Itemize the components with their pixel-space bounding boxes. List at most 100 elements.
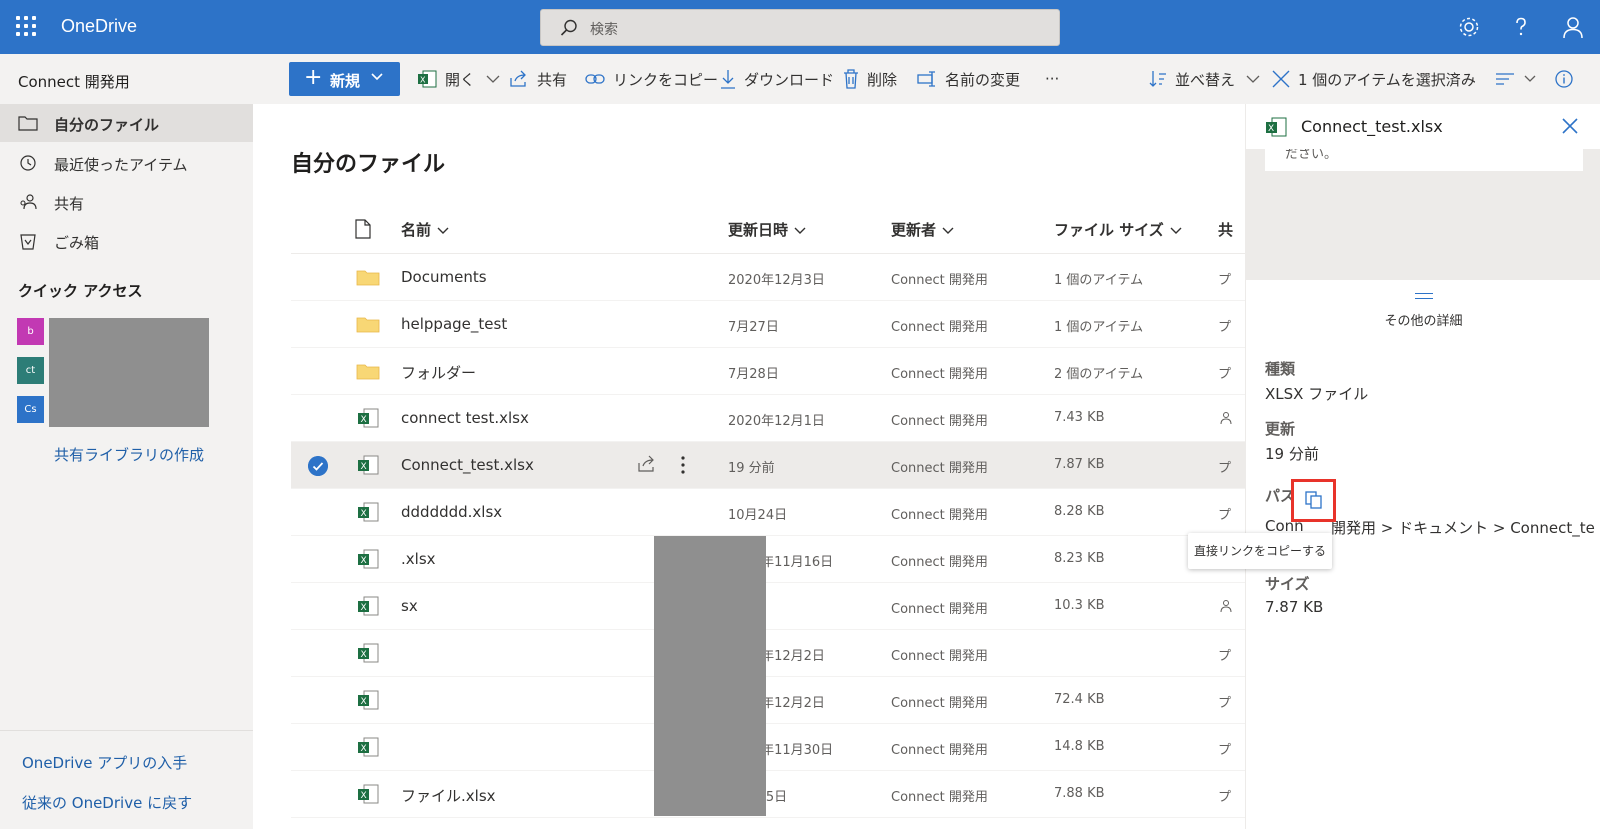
file-row[interactable]: X Connect_test.xlsx 19 分前 Connect 開発用 7.87 K… [291,442,1245,489]
app-brand[interactable]: OneDrive [61,16,137,37]
onedrive-window: OneDrive 検索 Connect 開発用 + 新規 X 開く 共有 リンク… [0,0,1600,829]
sidebar-item-recent[interactable]: 最近使ったアイテム [0,144,253,182]
folder-icon [356,317,380,333]
file-modified-by: Connect 開発用 [891,320,988,335]
sidebar-item-shared[interactable]: 共有 [0,183,253,221]
column-header-modified-by[interactable]: 更新者 [891,219,954,240]
file-row[interactable]: X 2020年12月2日 Connect 開発用プ [291,630,1245,677]
checkmark-icon[interactable] [308,456,328,476]
create-shared-library-link[interactable]: 共有ライブラリの作成 [54,444,204,465]
column-header-name[interactable]: 名前 [401,219,449,240]
more-details-label: その他の詳細 [1384,314,1463,329]
clear-selection-button[interactable]: 1 個のアイテムを選択済み [1272,68,1476,90]
file-sharing: プ [1218,743,1232,758]
sidebar-item-recycle-bin[interactable]: ごみ箱 [0,222,253,260]
file-row[interactable]: X 2020年11月30日 Connect 開発用 14.8 KB プ [291,724,1245,771]
chevron-down-icon [371,73,383,81]
rename-button[interactable]: 名前の変更 [917,68,1020,90]
excel-file-icon: X [358,643,379,663]
get-onedrive-apps-link[interactable]: OneDrive アプリの入手 [22,752,187,773]
file-name[interactable]: helppage_test [401,315,507,333]
return-classic-onedrive-link[interactable]: 従来の OneDrive に戻す [22,792,192,813]
column-header-label: 更新者 [891,221,937,239]
file-size: 10.3 KB [1054,598,1105,613]
column-header-label: 更新日時 [728,221,789,239]
file-row[interactable]: Xddddddd.xlsx 10月24日 Connect 開発用 8.28 KB プ [291,489,1245,536]
file-row[interactable]: X.xlsx2020年11月16日Connect 開発用8.23 KBプ [291,536,1245,583]
download-button[interactable]: ダウンロード [720,68,834,90]
excel-icon: X [1266,117,1287,137]
history-icon [20,155,36,171]
shared-people-icon [1220,600,1232,613]
file-row[interactable]: Xsx4 日前Connect 開発用10.3 KB [291,583,1245,630]
quick-access-title: クイック アクセス [18,282,143,300]
quick-access-tile[interactable]: ct [17,357,44,384]
close-icon[interactable] [1561,117,1579,135]
redacted-area [49,318,209,427]
account-icon[interactable] [1560,14,1586,40]
file-name[interactable]: Documents [401,268,487,286]
drag-handle-icon[interactable] [1415,293,1433,299]
excel-file-icon: X [358,690,379,710]
search-box[interactable]: 検索 [540,9,1060,46]
file-name[interactable]: Connect_test.xlsx [401,456,534,474]
details-card-text: ださい。 [1285,149,1338,162]
file-name[interactable]: connect test.xlsx [401,409,529,427]
column-header-sharing[interactable]: 共 [1218,219,1233,240]
file-row[interactable]: フォルダー 7月28日 Connect 開発用 2 個のアイテム プ [291,348,1245,395]
file-row[interactable]: Documents 2020年12月3日 Connect 開発用 1 個のアイテム プ [291,254,1245,301]
details-header: X Connect_test.xlsx [1246,104,1600,149]
more-commands-button[interactable]: ··· [1045,68,1059,90]
file-row[interactable]: Xconnect test.xlsx 2020年12月1日 Connect 開発用 7… [291,395,1245,442]
copy-link-button[interactable]: リンクをコピー [585,68,718,90]
file-row[interactable]: helppage_test 7月27日 Connect 開発用 1 個のアイテム プ [291,301,1245,348]
help-icon[interactable] [1508,14,1534,40]
settings-gear-icon[interactable] [1456,14,1482,40]
svg-text:X: X [361,556,367,566]
file-modified-by: Connect 開発用 [891,555,988,570]
copy-link-label: リンクをコピー [613,70,719,89]
file-row[interactable]: Xファイル.xlsx10月25日Connect 開発用7.88 KBプ [291,771,1245,818]
file-size: 7.88 KB [1054,786,1105,801]
file-name[interactable]: ファイル.xlsx [401,785,496,806]
download-label: ダウンロード [744,70,835,89]
excel-file-icon: X [358,502,379,522]
more-actions-icon[interactable] [680,455,686,475]
copy-direct-link-button[interactable] [1291,479,1336,522]
sort-label: 並べ替え [1175,70,1236,89]
top-bar: OneDrive 検索 [0,0,1600,54]
file-size: 1 個のアイテム [1054,273,1144,288]
open-button[interactable]: X 開く [417,68,513,90]
view-options-button[interactable] [1495,68,1545,90]
file-name[interactable]: sx [401,597,418,615]
path-value[interactable]: 開発用 > ドキュメント > Connect_te [1331,517,1595,538]
file-row[interactable]: X 2020年12月2日 Connect 開発用 72.4 KB プ [291,677,1245,724]
new-button[interactable]: + 新規 [289,62,400,96]
file-name[interactable]: .xlsx [401,550,436,568]
share-button[interactable]: 共有 [509,68,567,90]
file-name[interactable]: フォルダー [401,362,476,383]
info-icon[interactable] [1554,69,1574,89]
share-icon[interactable] [637,455,657,473]
sort-button[interactable]: 並べ替え [1149,68,1271,90]
excel-icon: X [418,70,437,88]
file-name[interactable]: ddddddd.xlsx [401,503,502,521]
file-size: 1 個のアイテム [1054,320,1144,335]
column-header-modified[interactable]: 更新日時 [728,219,806,240]
quick-access-tile[interactable]: Cs [17,396,44,423]
sidebar-item-my-files[interactable]: 自分のファイル [0,104,253,142]
copy-link-tooltip: 直接リンクをコピーする [1188,533,1332,569]
chevron-down-icon [486,75,500,83]
sort-icon [1149,71,1166,87]
rename-icon [917,71,935,87]
site-name: Connect 開発用 [18,73,130,91]
column-header-size[interactable]: ファイル サイズ [1054,219,1182,240]
file-modified-by: Connect 開発用 [891,790,988,805]
delete-label: 削除 [867,70,898,89]
file-sharing: プ [1218,790,1232,805]
delete-button[interactable]: 削除 [843,68,897,90]
file-modified: 7月28日 [728,367,779,382]
file-type-header-icon[interactable] [355,219,371,239]
quick-access-tile[interactable]: b [17,318,44,345]
app-launcher-icon[interactable] [14,14,38,38]
